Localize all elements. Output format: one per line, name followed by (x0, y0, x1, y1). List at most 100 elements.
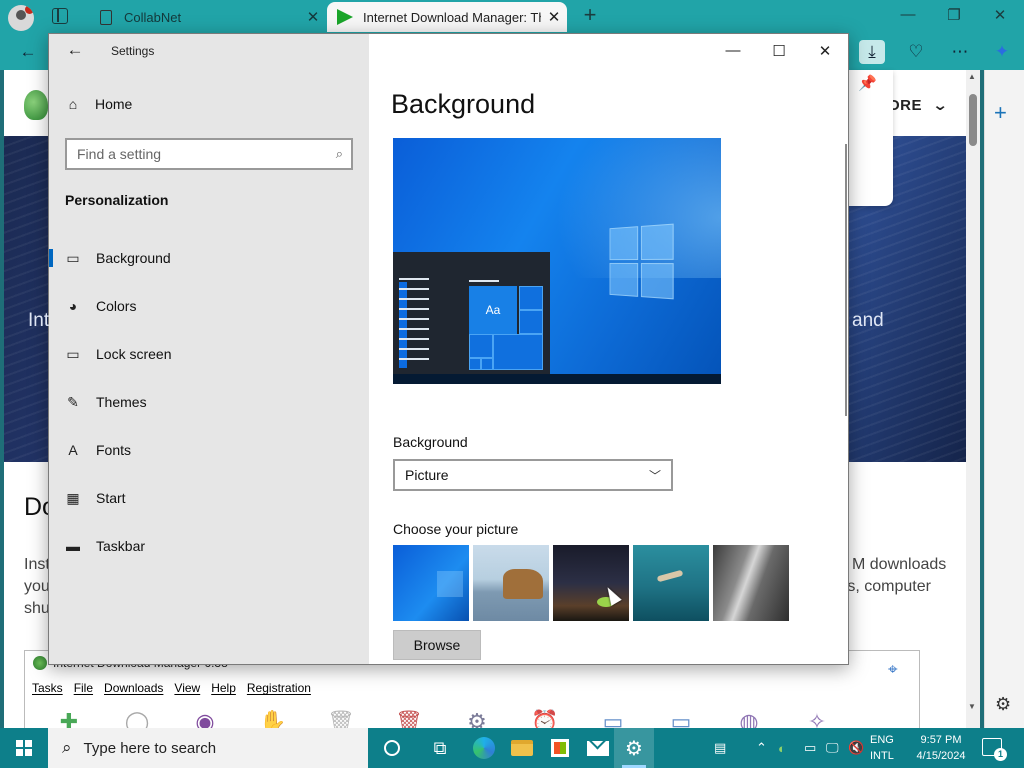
network-icon[interactable]: 🖵 (826, 728, 839, 768)
notification-count: 1 (994, 748, 1007, 761)
file-explorer-icon[interactable] (502, 728, 542, 768)
profile-badge (25, 5, 34, 14)
taskbar-icon: ▬ (66, 538, 80, 554)
nav-item-label: Lock screen (96, 346, 172, 362)
profile-avatar[interactable] (8, 5, 34, 31)
taskbar-search[interactable]: ⌕ Type here to search (48, 728, 368, 768)
picture-thumb-beach[interactable] (473, 545, 549, 621)
edge-sidebar: + ⚙ (984, 70, 1024, 728)
tab-actions-icon[interactable] (52, 8, 68, 24)
cortana-icon[interactable] (372, 728, 412, 768)
notification-center-icon[interactable]: 1 (982, 738, 1007, 761)
settings-search-input[interactable]: Find a setting ⌕ (65, 138, 353, 170)
tab-collabnet[interactable]: CollabNet ✕ (90, 2, 326, 32)
performance-icon[interactable]: ♡ (903, 40, 929, 64)
close-icon[interactable]: ✕ (810, 42, 840, 60)
minimize-icon[interactable]: — (896, 6, 920, 23)
idm-menu-item[interactable]: Registration (247, 681, 311, 695)
themes-icon: ✎ (67, 393, 79, 410)
input-language[interactable]: ENG INTL (870, 732, 894, 764)
maximize-icon[interactable]: ☐ (764, 42, 794, 60)
nav-item-label: Background (96, 250, 171, 266)
windows-icon (16, 740, 32, 756)
edge-icon[interactable] (464, 728, 504, 768)
hero-text-right: and (852, 310, 884, 331)
visual-search-icon[interactable]: ⌖ (888, 660, 898, 680)
volume-mute-icon[interactable]: 🔇 (848, 728, 864, 768)
picture-thumb-underwater[interactable] (633, 545, 709, 621)
picture-thumb-windows[interactable] (393, 545, 469, 621)
page-scrollbar[interactable]: ▲ ▼ (966, 70, 980, 728)
idm-tray-icon[interactable]: ◐ (778, 728, 786, 768)
nav-item-start[interactable]: ▦ Start (49, 474, 369, 522)
clock-date: 4/15/2024 (916, 750, 966, 762)
taskbar-search-placeholder: Type here to search (83, 739, 217, 757)
meet-now-icon[interactable]: ▭ (804, 728, 816, 768)
restore-icon[interactable]: ❐ (942, 6, 966, 24)
tab-label: CollabNet (124, 9, 182, 25)
back-arrow-icon[interactable]: ← (63, 40, 87, 62)
nav-item-fonts[interactable]: A Fonts (49, 426, 369, 474)
site-logo (24, 90, 48, 120)
browser-tab-strip: CollabNet ✕ Internet Download Manager: T… (0, 0, 1024, 34)
copilot-icon[interactable]: ✦ (989, 40, 1015, 64)
minimize-icon[interactable]: — (718, 42, 748, 59)
scrollbar-thumb[interactable] (969, 94, 977, 146)
app-title: Settings (111, 44, 155, 58)
home-icon: ⌂ (68, 96, 78, 112)
close-tab-icon[interactable]: ✕ (541, 8, 567, 26)
picture-thumb-night-sky[interactable] (553, 545, 629, 621)
close-window-icon[interactable]: ✕ (988, 6, 1012, 24)
background-type-dropdown[interactable]: Picture ﹀ (393, 459, 673, 491)
palette-icon: ◕ (68, 298, 78, 314)
nav-item-taskbar[interactable]: ▬ Taskbar (49, 522, 369, 570)
idm-menu-item[interactable]: View (174, 681, 200, 695)
back-arrow-icon[interactable]: ← (15, 40, 41, 64)
add-sidebar-icon[interactable]: + (994, 100, 1007, 126)
content-scrollbar[interactable] (845, 144, 847, 416)
nav-item-label: Start (96, 490, 126, 506)
idm-menu-item[interactable]: File (74, 681, 93, 695)
close-tab-icon[interactable]: ✕ (300, 8, 326, 26)
store-icon[interactable] (540, 728, 580, 768)
search-icon: ⌕ (335, 146, 343, 161)
page-title: Background (391, 89, 536, 119)
idm-menu-item[interactable]: Help (211, 681, 236, 695)
search-placeholder: Find a setting (77, 146, 162, 162)
sidebar-settings-icon[interactable]: ⚙ (995, 694, 1011, 715)
picture-thumb-rock-cliff[interactable] (713, 545, 789, 621)
page-icon (100, 9, 112, 25)
nav-item-label: Colors (96, 298, 137, 314)
scroll-up-icon[interactable]: ▲ (968, 72, 976, 81)
idm-menu-item[interactable]: Downloads (104, 681, 163, 695)
mail-icon[interactable] (578, 728, 618, 768)
more-icon[interactable]: ⋯ (947, 40, 973, 64)
nav-home-label: Home (95, 96, 133, 112)
nav-home[interactable]: ⌂ Home (65, 96, 133, 112)
taskbar: ⌕ Type here to search ⧉ ⚙ ▤ ⌃ ◐ ▭ 🖵 🔇 EN… (0, 728, 1024, 768)
nav-item-label: Taskbar (96, 538, 146, 554)
download-icon[interactable]: ⤓ (859, 40, 885, 64)
nav-item-background[interactable]: ▭ Background (49, 234, 369, 282)
nav-item-colors[interactable]: ◕ Colors (49, 282, 369, 330)
task-view-icon[interactable]: ⧉ (420, 728, 460, 768)
pin-icon[interactable]: 📌 (858, 74, 877, 92)
hero-text-left: Int (28, 310, 50, 331)
clock-time: 9:57 PM (920, 734, 962, 746)
settings-icon[interactable]: ⚙ (614, 728, 654, 768)
tab-idm[interactable]: Internet Download Manager: The ✕ (327, 2, 567, 32)
idm-menu-item[interactable]: Tasks (32, 681, 63, 695)
new-tab-button[interactable]: + (578, 4, 602, 28)
nav-item-themes[interactable]: ✎ Themes (49, 378, 369, 426)
clock[interactable]: 9:57 PM 4/15/2024 (912, 732, 970, 764)
start-button[interactable] (0, 728, 48, 768)
browse-button[interactable]: Browse (393, 630, 481, 660)
nav-more[interactable]: ORE ⌄ (888, 96, 948, 114)
preview-start-menu: Aa (393, 252, 550, 374)
scroll-down-icon[interactable]: ▼ (968, 702, 976, 711)
nav-item-lock-screen[interactable]: ▭ Lock screen (49, 330, 369, 378)
show-hidden-icons[interactable]: ⌃ (756, 728, 767, 768)
search-icon: ⌕ (62, 738, 72, 757)
settings-nav: ← Settings ⌂ Home Find a setting ⌕ Perso… (49, 34, 369, 664)
news-icon[interactable]: ▤ (714, 728, 726, 768)
